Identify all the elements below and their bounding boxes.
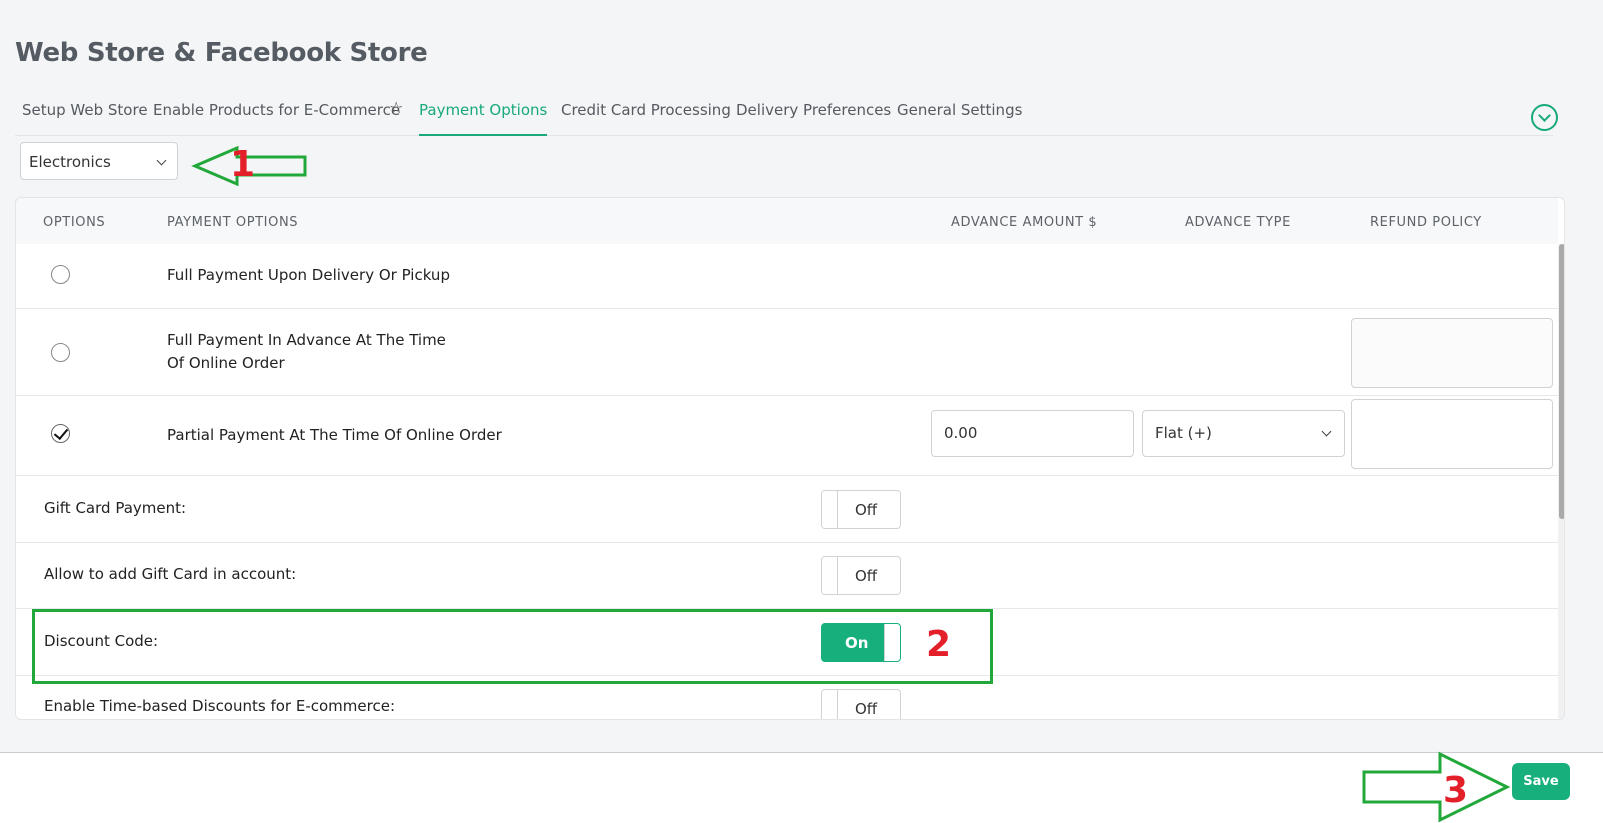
radio-partial-payment-checked-icon[interactable] [51,424,70,443]
tab-credit-card-processing[interactable]: Credit Card Processing [561,100,731,136]
refund-policy-textarea[interactable] [1351,399,1553,469]
toggle-label: Off [855,700,878,718]
annotation-highlight-box [32,609,993,684]
setting-label: Enable Time-based Discounts for E-commer… [44,697,395,715]
time-based-discounts-toggle[interactable]: Off [821,689,901,719]
payment-option-label: Full Payment In Advance At The Time Of O… [167,329,446,375]
payment-option-label-line2: Of Online Order [167,354,285,372]
header-advance-amount: ADVANCE AMOUNT $ [951,215,1098,230]
toggle-knob [822,557,838,594]
refund-policy-textarea[interactable] [1351,318,1553,388]
page-title: Web Store & Facebook Store [15,38,428,68]
setting-row-gift-card-payment: Gift Card Payment: Off [16,476,1558,543]
tab-enable-products[interactable]: Enable Products for E-Commerce [153,100,400,136]
header-refund-policy: REFUND POLICY [1370,215,1482,230]
tab-delivery-preferences[interactable]: Delivery Preferences [736,100,891,136]
tab-setup-web-store[interactable]: Setup Web Store [22,100,148,136]
advance-type-value: Flat (+) [1155,424,1212,442]
annotation-number-3: 3 [1443,770,1469,811]
table-row: Partial Payment At The Time Of Online Or… [16,396,1558,476]
radio-full-payment-delivery[interactable] [51,265,70,284]
setting-label: Gift Card Payment: [44,499,187,517]
store-select[interactable]: Electronics [20,142,178,180]
gift-card-account-toggle[interactable]: Off [821,556,901,595]
star-icon[interactable]: ☆ [389,100,405,116]
header-advance-type: ADVANCE TYPE [1185,215,1291,230]
store-select-value: Electronics [29,153,111,171]
gift-card-payment-toggle[interactable]: Off [821,490,901,529]
toggle-label: Off [855,567,878,585]
payment-option-label: Partial Payment At The Time Of Online Or… [167,426,502,444]
panel-scrollbar[interactable] [1558,244,1564,719]
scroll-thumb[interactable] [1559,244,1564,519]
save-button[interactable]: Save [1512,763,1570,800]
toggle-knob [822,491,838,528]
tab-bar: Setup Web Store Enable Products for E-Co… [15,98,1553,136]
advance-amount-input[interactable]: 0.00 [931,410,1134,457]
chevron-down-icon [156,155,167,166]
table-header: OPTIONS PAYMENT OPTIONS ADVANCE AMOUNT $… [16,198,1558,244]
table-row: Full Payment In Advance At The Time Of O… [16,309,1558,396]
toggle-knob [822,690,838,719]
table-row: Full Payment Upon Delivery Or Pickup [16,244,1558,309]
tab-general-settings[interactable]: General Settings [897,100,1022,136]
header-payment-options: PAYMENT OPTIONS [167,215,299,230]
toggle-label: Off [855,501,878,519]
setting-row-gift-card-account: Allow to add Gift Card in account: Off [16,543,1558,609]
payment-option-label-line1: Full Payment In Advance At The Time [167,331,446,349]
setting-label: Allow to add Gift Card in account: [44,565,297,583]
annotation-arrow-right-icon [1362,751,1511,823]
payment-option-label: Full Payment Upon Delivery Or Pickup [167,266,450,284]
chevron-down-icon [1321,426,1332,437]
collapse-chevron-icon[interactable] [1531,104,1558,131]
advance-type-select[interactable]: Flat (+) [1142,410,1345,457]
annotation-number-1: 1 [230,144,256,185]
annotation-number-2: 2 [926,624,952,665]
radio-full-payment-advance[interactable] [51,343,70,362]
tab-payment-options[interactable]: Payment Options [419,100,548,136]
header-options: OPTIONS [43,215,106,230]
